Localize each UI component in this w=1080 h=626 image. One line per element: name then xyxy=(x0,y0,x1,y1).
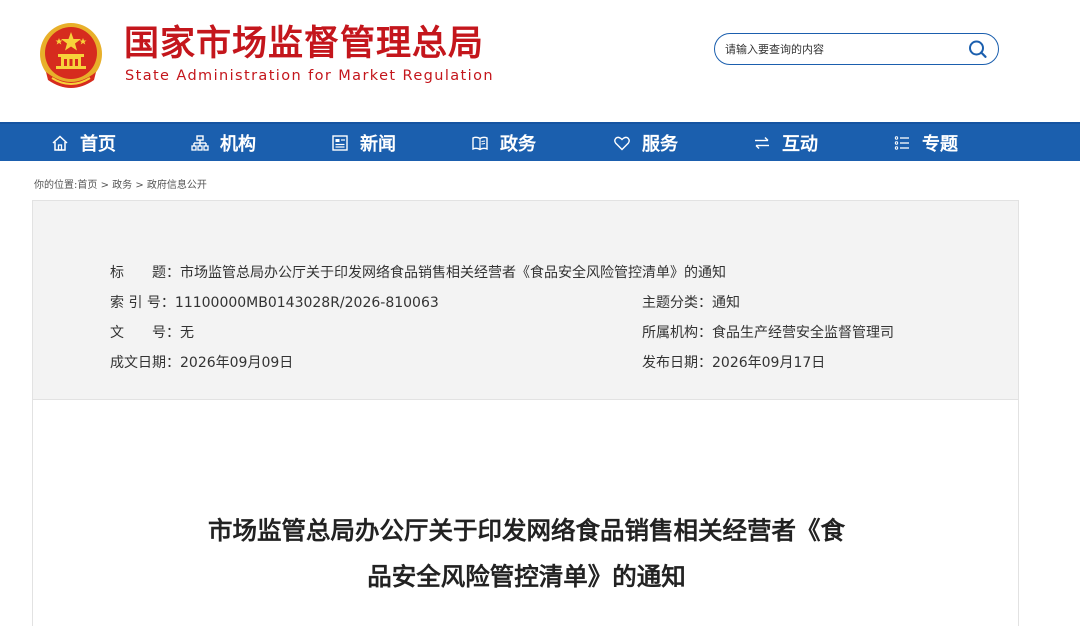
nav-item-label: 专题 xyxy=(922,133,958,155)
search-input[interactable] xyxy=(725,39,955,59)
nav-item-affairs[interactable]: 政务 xyxy=(470,124,536,161)
org-chart-icon xyxy=(190,133,210,153)
info-row-published: 发布日期：2026年09月17日 xyxy=(642,352,825,372)
nav-item-label: 政务 xyxy=(500,133,536,155)
info-row-title: 标 题：市场监管总局办公厅关于印发网络食品销售相关经营者《食品安全风险管控清单》… xyxy=(110,262,726,282)
breadcrumb-item-home[interactable]: 首页 xyxy=(77,180,97,191)
site-name-en[interactable]: State Administration for Market Regulati… xyxy=(125,68,494,84)
org-label: 所属机构： xyxy=(642,325,712,341)
created-date-label: 成文日期： xyxy=(110,355,180,371)
open-book-icon xyxy=(470,133,490,153)
site-header: 国家市场监督管理总局 State Administration for Mark… xyxy=(0,0,1080,122)
nav-item-interaction[interactable]: 互动 xyxy=(752,124,818,161)
breadcrumb-separator: > xyxy=(100,180,109,191)
nav-item-home[interactable]: 首页 xyxy=(50,124,116,161)
national-emblem-icon[interactable] xyxy=(38,20,104,92)
info-row-doc-no: 文 号：无 xyxy=(110,322,194,342)
article-title-line-1: 市场监管总局办公厅关于印发网络食品销售相关经营者《食 xyxy=(208,516,845,545)
site-name[interactable]: 国家市场监督管理总局 xyxy=(124,22,484,66)
nav-item-org[interactable]: 机构 xyxy=(190,124,256,161)
article-body: 市场监管总局办公厅关于印发网络食品销售相关经营者《食 品安全风险管控清单》的通知 xyxy=(32,400,1019,626)
home-icon xyxy=(50,133,70,153)
nav-item-label: 互动 xyxy=(782,133,818,155)
info-row-index: 索 引 号：11100000MB0143028R/2026-810063 xyxy=(110,292,439,312)
nav-item-label: 服务 xyxy=(642,133,678,155)
article-title: 市场监管总局办公厅关于印发网络食品销售相关经营者《食 品安全风险管控清单》的通知 xyxy=(143,508,910,600)
nav-item-label: 新闻 xyxy=(360,133,396,155)
search-box xyxy=(714,33,999,65)
main-nav: 首页 机构 新闻 政务 服务 互动 专题 xyxy=(0,122,1080,161)
document-info-panel: 标 题：市场监管总局办公厅关于印发网络食品销售相关经营者《食品安全风险管控清单》… xyxy=(32,200,1019,400)
index-value: 11100000MB0143028R/2026-810063 xyxy=(174,295,439,311)
nav-item-service[interactable]: 服务 xyxy=(612,124,678,161)
breadcrumb: 你的位置:首页 > 政务 > 政府信息公开 xyxy=(34,176,207,191)
nav-item-label: 首页 xyxy=(80,133,116,155)
breadcrumb-item-affairs[interactable]: 政务 xyxy=(112,180,132,191)
breadcrumb-prefix: 你的位置: xyxy=(34,180,78,191)
nav-item-news[interactable]: 新闻 xyxy=(330,124,396,161)
swap-arrows-icon xyxy=(752,133,772,153)
category-label: 主题分类： xyxy=(642,295,712,311)
title-label: 标 题： xyxy=(110,265,180,281)
info-row-org: 所属机构：食品生产经营安全监督管理司 xyxy=(642,322,894,342)
doc-no-value: 无 xyxy=(180,325,194,341)
doc-no-label: 文 号： xyxy=(110,325,180,341)
info-row-created: 成文日期：2026年09月09日 xyxy=(110,352,293,372)
nav-item-label: 机构 xyxy=(220,133,256,155)
category-value: 通知 xyxy=(712,295,740,311)
published-date-label: 发布日期： xyxy=(642,355,712,371)
list-icon xyxy=(892,133,912,153)
nav-item-topics[interactable]: 专题 xyxy=(892,124,958,161)
created-date-value: 2026年09月09日 xyxy=(180,355,294,371)
org-value: 食品生产经营安全监督管理司 xyxy=(712,325,894,341)
info-row-category: 主题分类：通知 xyxy=(642,292,740,312)
search-icon[interactable] xyxy=(966,38,990,60)
article-title-line-2: 品安全风险管控清单》的通知 xyxy=(367,562,686,591)
newspaper-icon xyxy=(330,133,350,153)
breadcrumb-separator: > xyxy=(135,180,144,191)
index-label: 索 引 号： xyxy=(110,295,175,311)
published-date-value: 2026年09月17日 xyxy=(712,355,826,371)
title-value: 市场监管总局办公厅关于印发网络食品销售相关经营者《食品安全风险管控清单》的通知 xyxy=(180,265,726,281)
breadcrumb-item-gov-info[interactable]: 政府信息公开 xyxy=(147,180,207,191)
heart-icon xyxy=(612,133,632,153)
